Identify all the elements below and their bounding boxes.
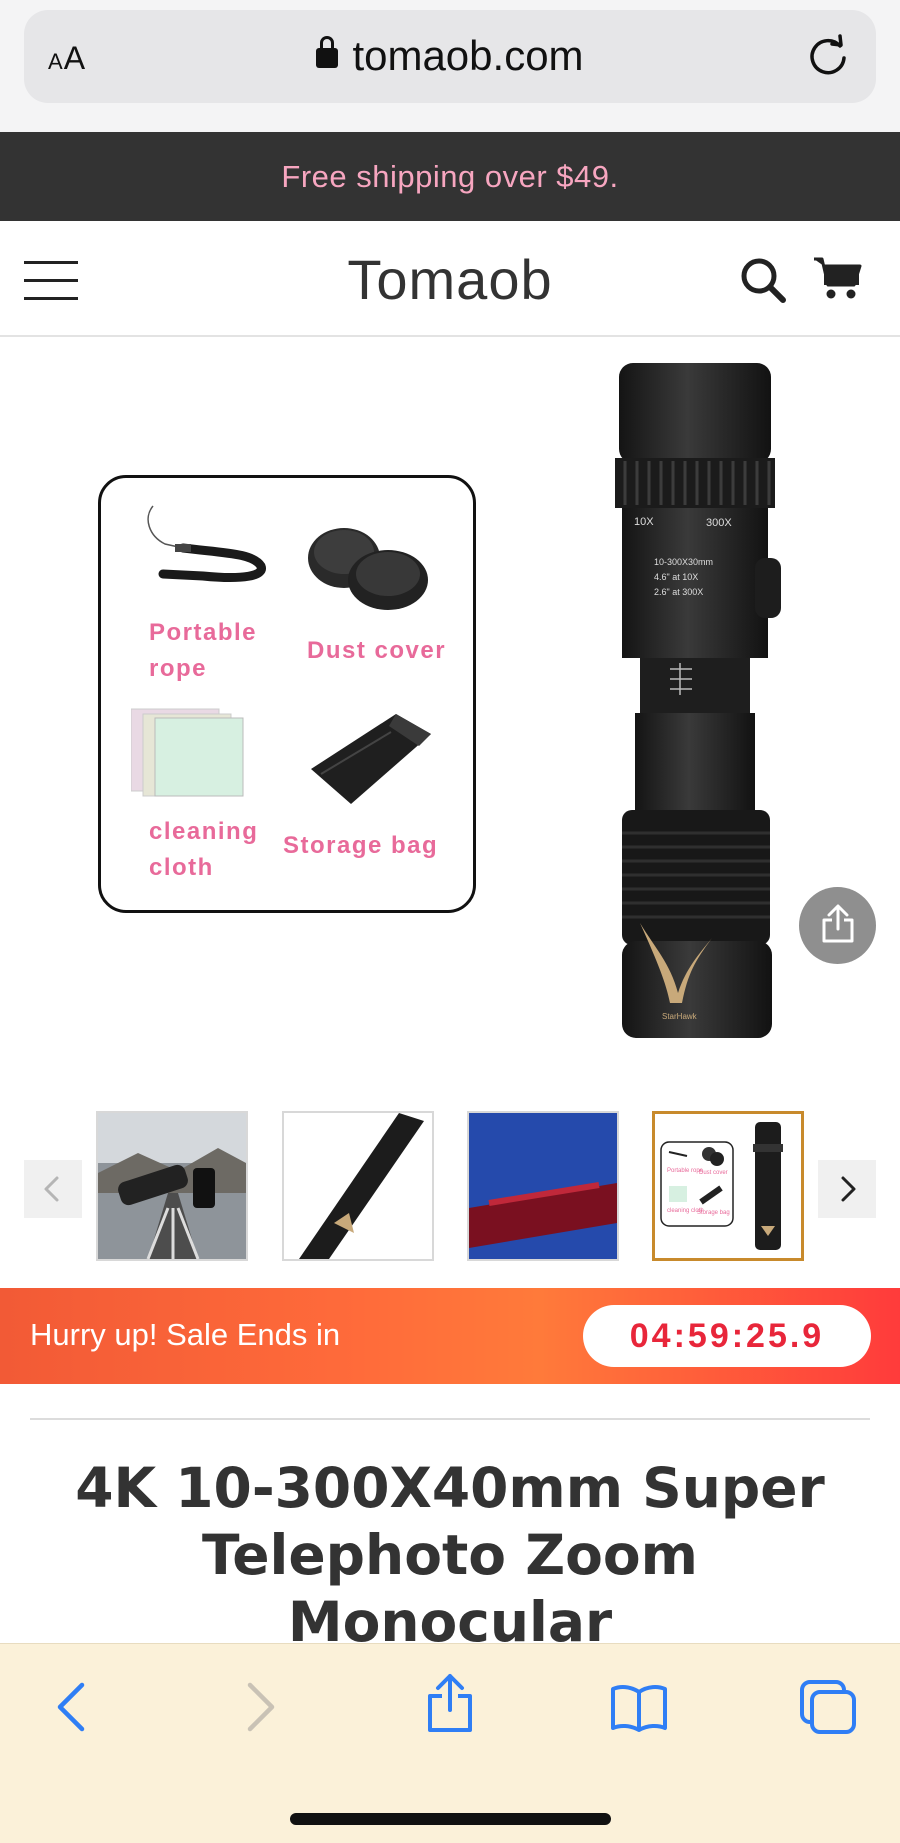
share-icon[interactable] [424,1672,476,1734]
telescope-image: 10X 300X 10-300X30mm 4.6" at 10X 2.6" at… [615,363,781,1038]
accessory-label: cleaning cloth [149,818,259,881]
previous-thumbnail-button[interactable] [24,1160,82,1218]
thumbnail-2[interactable] [282,1111,434,1261]
chevron-right-icon [841,1176,856,1202]
announcement-text: Free shipping over $49. [281,158,619,194]
thumbnail-accessory-label: Dust cover [699,1170,728,1176]
next-thumbnail-button[interactable] [818,1160,876,1218]
thumbnail-image [98,1113,246,1259]
thumbnail-image: Portable rope Dust cover cleaning cloth … [655,1114,801,1258]
lock-icon [316,36,339,68]
storage-bag-image [311,714,431,804]
accessory-label: Dust cover [307,637,447,664]
thumbnail-accessory-label: Storage bag [697,1210,730,1216]
browser-url-area: AA tomaob.com [0,0,900,132]
rope-image [147,505,266,583]
spec-line: 10-300X30mm [654,557,713,567]
url-display[interactable]: tomaob.com [24,32,876,80]
tabs-icon[interactable] [798,1678,858,1736]
thumbnail-carousel: Portable rope Dust cover cleaning cloth … [0,1108,900,1262]
accessory-label: Storage bag [283,832,439,859]
zoom-max-text: 300X [706,517,732,529]
home-indicator [290,1813,611,1825]
sale-countdown-bar: Hurry up! Sale Ends in 04:59:25.9 [0,1288,900,1384]
thumbnail-image [469,1113,617,1259]
chevron-left-icon [44,1176,59,1202]
bookmarks-icon[interactable] [610,1684,668,1732]
thumbnail-4[interactable]: Portable rope Dust cover cleaning cloth … [652,1111,804,1261]
address-bar[interactable]: AA tomaob.com [24,10,876,103]
forward-icon[interactable] [240,1679,280,1735]
accessories-panel: Portable rope Dust cover cleaning cloth … [98,475,476,913]
cart-icon[interactable] [812,255,862,301]
back-icon[interactable] [52,1679,92,1735]
reload-icon[interactable] [804,32,852,80]
cleaning-cloth-image [131,708,244,797]
announcement-bar: Free shipping over $49. [0,132,900,221]
product-main-image[interactable]: Portable rope Dust cover cleaning cloth … [0,338,900,1078]
brand-text: StarHawk [662,1012,698,1021]
countdown-timer: 04:59:25.9 [583,1305,871,1367]
dust-cover-image [308,528,428,610]
thumbnail-1[interactable] [96,1111,248,1261]
sale-text: Hurry up! Sale Ends in [30,1317,341,1352]
zoom-min-text: 10X [634,516,654,528]
site-header: Tomaob [0,221,900,337]
search-icon[interactable] [740,257,786,303]
divider [30,1418,870,1420]
url-text: tomaob.com [352,32,584,79]
spec-line: 4.6" at 10X [654,572,698,582]
thumbnail-image [284,1113,432,1259]
spec-line: 2.6" at 300X [654,587,703,597]
share-image-button[interactable] [799,887,876,964]
accessory-label: Portable rope [149,619,258,682]
thumbnail-3[interactable] [467,1111,619,1261]
share-icon [822,904,854,943]
